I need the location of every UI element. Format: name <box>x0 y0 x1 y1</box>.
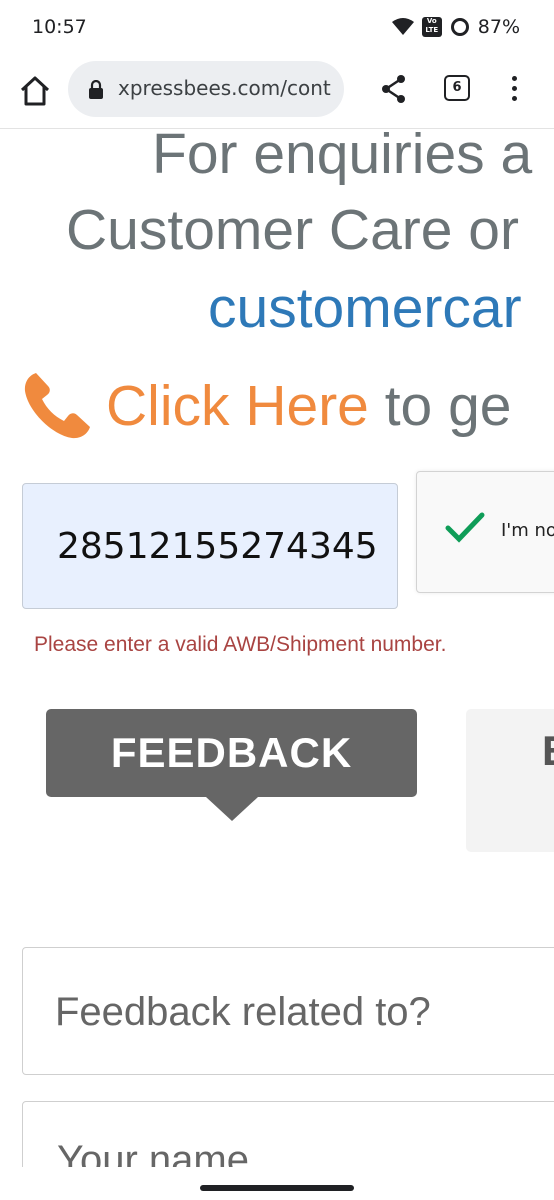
customer-care-email-link[interactable]: customercar <box>208 275 522 341</box>
status-icons: Vo LTE 87% <box>391 16 520 38</box>
feedback-topic-select[interactable]: Feedback related to? <box>22 947 554 1075</box>
checkmark-icon <box>445 512 485 543</box>
hero-line-1: For enquiries a <box>152 129 533 186</box>
status-bar: 10:57 Vo LTE 87% <box>0 0 554 58</box>
url-text: xpressbees.com/cont <box>118 76 331 100</box>
recaptcha-box[interactable]: I'm no <box>416 471 554 593</box>
battery-percent: 87% <box>477 16 520 38</box>
more-menu-icon[interactable] <box>508 76 520 106</box>
hero-line-4: Click Here to ge <box>106 373 512 439</box>
home-icon[interactable] <box>16 72 54 110</box>
battery-icon <box>450 18 469 36</box>
click-here-link[interactable]: Click Here <box>106 374 369 438</box>
address-bar[interactable]: xpressbees.com/cont <box>68 61 344 117</box>
hero-line-2: Customer Care or <box>66 198 519 262</box>
volte-icon: Vo LTE <box>421 17 442 37</box>
phone-icon <box>24 373 90 439</box>
hero-line-4-rest: to ge <box>368 374 512 438</box>
awb-error-message: Please enter a valid AWB/Shipment number… <box>34 633 447 656</box>
tab-second[interactable]: E <box>466 709 554 852</box>
awb-number-input[interactable] <box>22 483 398 609</box>
system-nav-bar <box>0 1167 554 1200</box>
page-content: For enquiries a Customer Care or custome… <box>0 129 554 1167</box>
name-field[interactable]: Your name <box>22 1101 554 1167</box>
tab-feedback[interactable]: FEEDBACK <box>46 709 417 797</box>
feedback-topic-value: Feedback related to? <box>55 990 431 1034</box>
wifi-icon <box>391 18 414 35</box>
tab-switcher-button[interactable]: 6 <box>444 75 470 101</box>
recaptcha-label: I'm no <box>501 520 554 541</box>
home-gesture-handle[interactable] <box>200 1185 354 1191</box>
share-icon[interactable] <box>380 74 408 104</box>
name-placeholder: Your name <box>57 1138 249 1167</box>
status-time: 10:57 <box>32 16 87 38</box>
active-tab-pointer <box>206 797 258 821</box>
lock-icon <box>89 80 103 99</box>
browser-toolbar: xpressbees.com/cont 6 <box>0 58 554 129</box>
